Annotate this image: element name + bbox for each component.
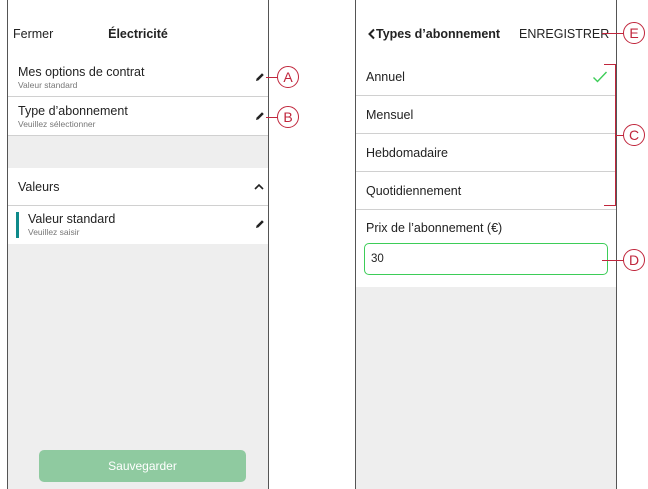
pencil-icon[interactable] bbox=[254, 71, 266, 83]
price-label: Prix de l’abonnement (€) bbox=[366, 221, 503, 235]
check-icon bbox=[593, 71, 608, 83]
price-section: Prix de l’abonnement (€) 30 bbox=[356, 210, 616, 287]
save-button[interactable]: Sauvegarder bbox=[39, 450, 246, 482]
callout-b: B bbox=[277, 106, 299, 128]
contract-options-row[interactable]: Mes options de contrat Valeur standard bbox=[8, 58, 268, 97]
standard-value-hint: Veuillez saisir bbox=[28, 227, 80, 237]
callout-a: A bbox=[277, 66, 299, 88]
price-input[interactable]: 30 bbox=[364, 243, 608, 275]
callout-d: D bbox=[623, 249, 645, 271]
callout-c: C bbox=[623, 124, 645, 146]
option-annual[interactable]: Annuel bbox=[356, 58, 616, 96]
price-value: 30 bbox=[371, 253, 384, 265]
callout-e-line bbox=[602, 33, 624, 35]
option-label: Annuel bbox=[366, 70, 405, 84]
option-monthly[interactable]: Mensuel bbox=[356, 96, 616, 134]
chevron-up-icon[interactable] bbox=[253, 182, 265, 192]
values-section-header[interactable]: Valeurs bbox=[8, 168, 268, 206]
contract-options-label: Mes options de contrat bbox=[18, 65, 145, 79]
option-label: Quotidiennement bbox=[366, 184, 462, 198]
header: Types d’abonnement ENREGISTRER bbox=[356, 0, 616, 59]
subscription-types-panel: Types d’abonnement ENREGISTRER Annuel Me… bbox=[355, 0, 617, 489]
callout-c-bracket-bottom bbox=[604, 205, 616, 207]
option-daily[interactable]: Quotidiennement bbox=[356, 172, 616, 210]
electricity-panel: Fermer Électricité Mes options de contra… bbox=[7, 0, 269, 489]
subscription-type-row[interactable]: Type d’abonnement Veuillez sélectionner bbox=[8, 97, 268, 136]
option-label: Hebdomadaire bbox=[366, 146, 448, 160]
subscription-type-label: Type d’abonnement bbox=[18, 104, 128, 118]
option-label: Mensuel bbox=[366, 108, 414, 122]
standard-value-label: Valeur standard bbox=[28, 212, 116, 226]
values-section-label: Valeurs bbox=[18, 180, 60, 194]
page-title: Types d’abonnement bbox=[376, 27, 501, 41]
pencil-icon[interactable] bbox=[254, 110, 266, 122]
callout-e: E bbox=[623, 22, 645, 44]
standard-value-item[interactable]: Valeur standard Veuillez saisir bbox=[8, 206, 268, 244]
active-marker bbox=[16, 212, 19, 238]
subscription-type-value: Veuillez sélectionner bbox=[18, 119, 96, 129]
pencil-icon[interactable] bbox=[254, 218, 266, 230]
header: Fermer Électricité bbox=[8, 0, 268, 59]
option-weekly[interactable]: Hebdomadaire bbox=[356, 134, 616, 172]
callout-d-line bbox=[602, 260, 624, 262]
contract-options-value: Valeur standard bbox=[18, 80, 78, 90]
page-title: Électricité bbox=[108, 27, 168, 41]
save-action-button[interactable]: ENREGISTRER bbox=[519, 27, 609, 41]
